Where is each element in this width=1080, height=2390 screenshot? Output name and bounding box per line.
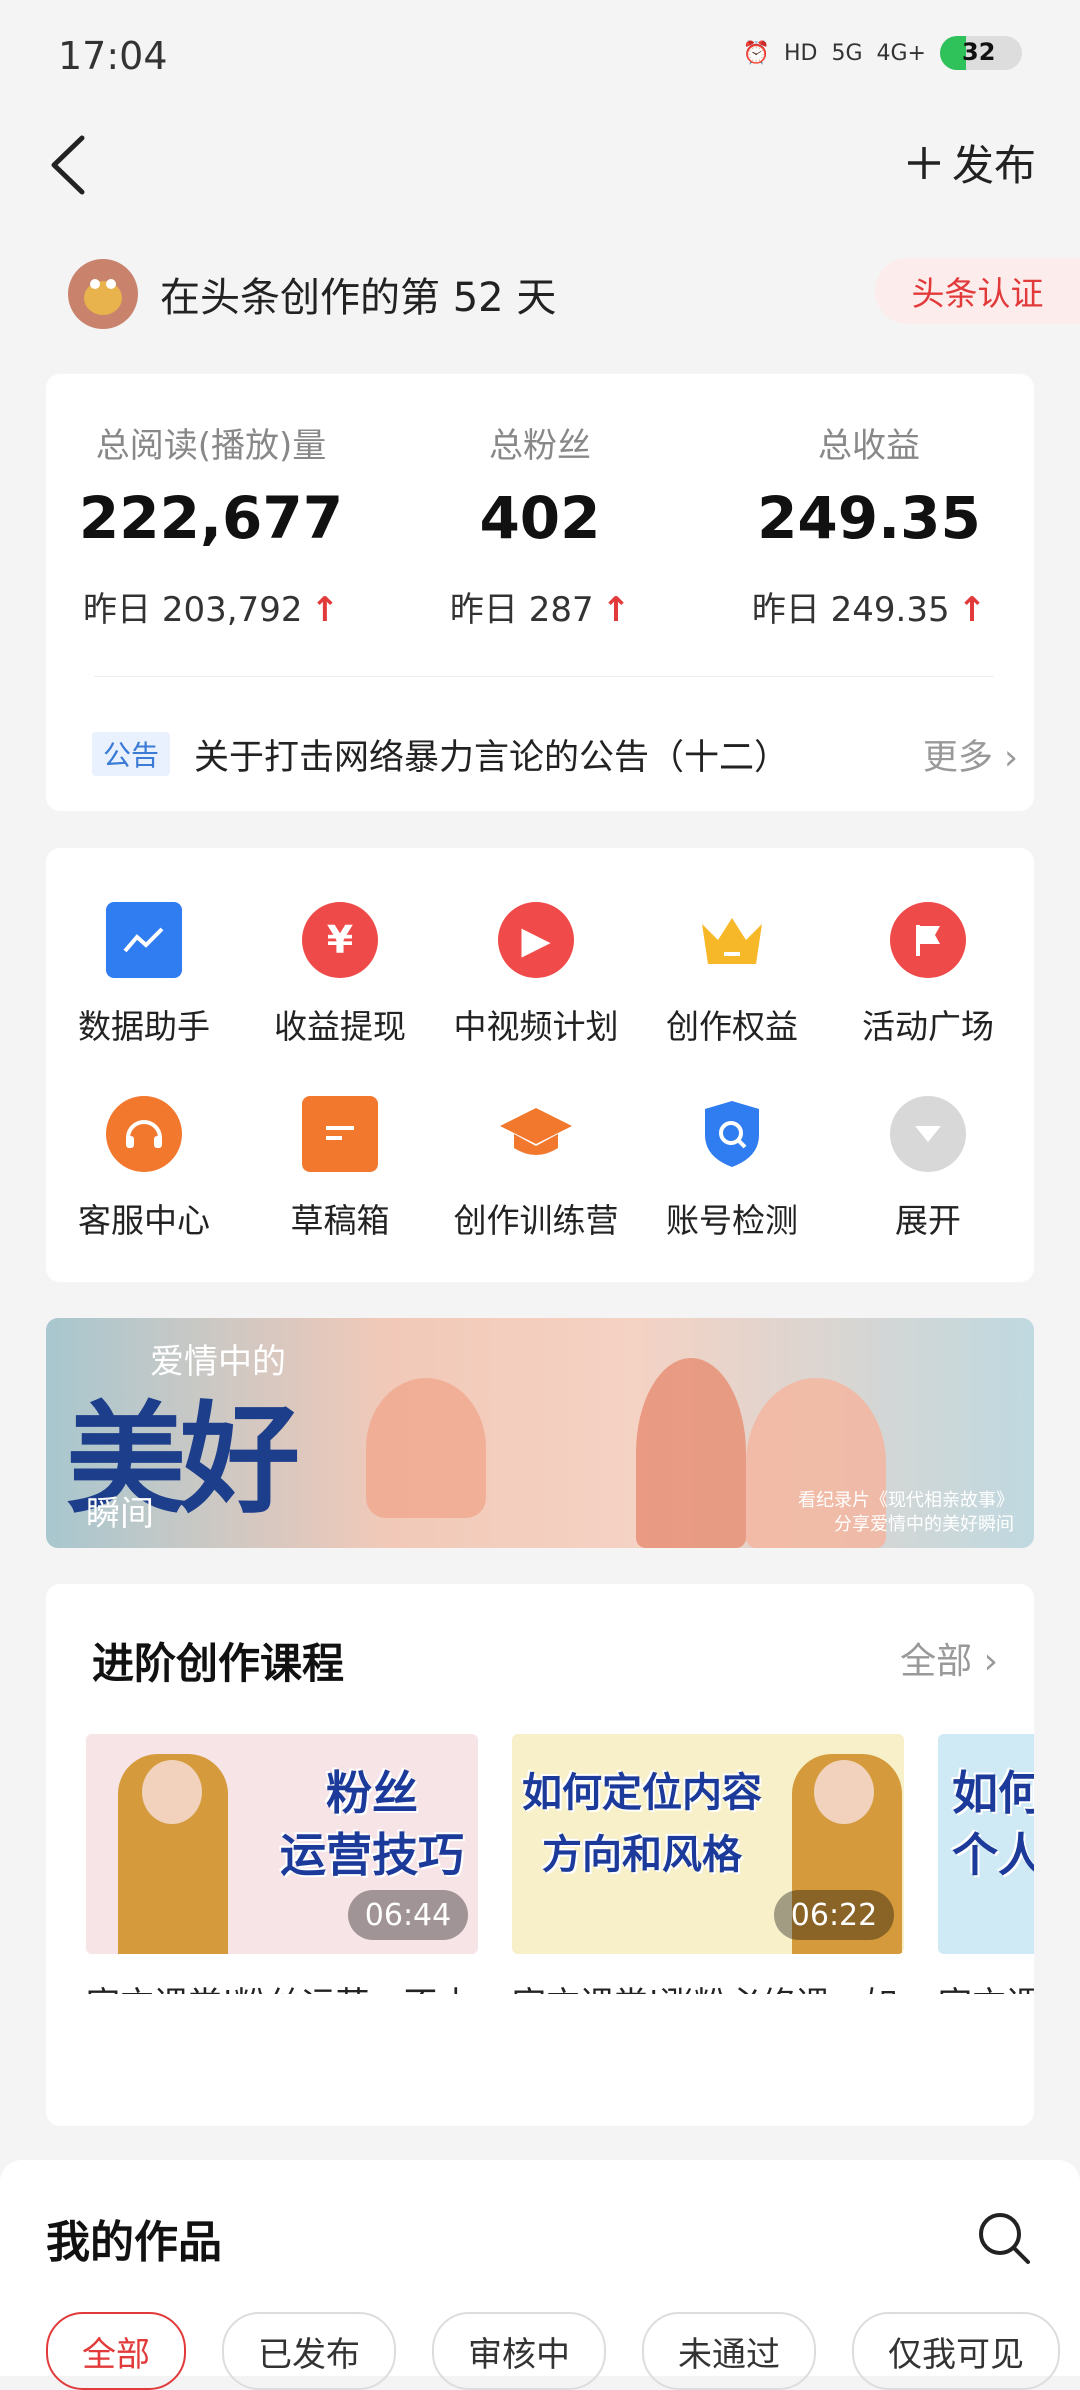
search-icon (979, 2213, 1030, 2264)
expand-down-icon (890, 1096, 966, 1172)
stat-value: 222,677 (78, 484, 344, 552)
divider (94, 676, 994, 677)
video-duration: 06:22 (774, 1890, 894, 1940)
headset-icon (106, 1096, 182, 1172)
avatar[interactable] (68, 259, 138, 329)
tab-private[interactable]: 仅我可见 (852, 2312, 1060, 2390)
courses-carousel[interactable]: 粉丝运营技巧 06:44 官方课堂|粉丝运营，不止回个评论这么简单 如何定位内容… (86, 1734, 1034, 1994)
plus-icon (907, 146, 940, 179)
course-title[interactable]: 官方课堂|粉丝运营，不止回个评论这么简单 (86, 1982, 478, 1994)
status-time: 17:04 (58, 34, 168, 78)
status-bar: 17:04 ⏰ HD 5G 4G+ 32 (0, 0, 1080, 115)
stat-value: 249.35 (757, 484, 981, 552)
my-works-section: 我的作品 全部 已发布 审核中 未通过 仅我可见 (0, 2160, 1080, 2390)
chevron-right-icon: › (983, 1641, 998, 1682)
course-thumbnail[interactable]: 如何定位内容 方向和风格 06:22 (512, 1734, 904, 1954)
tab-all[interactable]: 全部 (46, 2312, 186, 2390)
tool-label: 创作训练营 (453, 1201, 619, 1240)
courses-heading: 进阶创作课程 (92, 1639, 345, 1688)
tool-label: 草稿箱 (290, 1201, 390, 1240)
tool-label: 中视频计划 (453, 1007, 619, 1046)
publish-button[interactable]: 发布 (904, 132, 1036, 193)
tool-label: 账号检测 (666, 1201, 798, 1240)
battery-icon: 32 (940, 36, 1022, 70)
stat-yesterday: 昨日 249.35 ↑ (751, 590, 987, 630)
graduation-cap-icon (498, 1096, 574, 1172)
stat-label: 总阅读(播放)量 (95, 426, 327, 466)
stat-value: 402 (479, 484, 601, 552)
tool-customer-service[interactable]: 客服中心 (46, 1096, 242, 1242)
crown-icon (694, 902, 770, 978)
banner-title-sub: 瞬间 (86, 1494, 154, 1534)
tab-rejected[interactable]: 未通过 (642, 2312, 816, 2390)
tab-reviewing[interactable]: 审核中 (432, 2312, 606, 2390)
works-filter-tabs: 全部 已发布 审核中 未通过 仅我可见 (46, 2312, 1060, 2390)
tool-income-withdraw[interactable]: ¥ 收益提现 (242, 902, 438, 1048)
verification-badge[interactable]: 头条认证 (875, 258, 1080, 324)
course-title[interactable]: 官方课堂|涨粉必修课：如何定位，内容方向和风格 (512, 1982, 904, 1994)
tool-account-check[interactable]: 账号检测 (634, 1096, 830, 1242)
up-arrow-icon: ↑ (310, 590, 339, 630)
notice-tag: 公告 (92, 732, 170, 776)
tool-label: 收益提现 (274, 1007, 406, 1046)
courses-all-link[interactable]: 全部 › (900, 1632, 998, 1684)
tool-label: 活动广场 (862, 1007, 994, 1046)
tool-activity-plaza[interactable]: 活动广场 (830, 902, 1026, 1048)
tool-creator-benefits[interactable]: 创作权益 (634, 902, 830, 1048)
tool-label: 客服中心 (78, 1201, 210, 1240)
hd-signal-label: HD (783, 40, 818, 66)
tool-mid-video-plan[interactable]: ▶ 中视频计划 (438, 902, 634, 1048)
tool-data-assistant[interactable]: 数据助手 (46, 902, 242, 1048)
flag-icon (890, 902, 966, 978)
creation-days-text: 在头条创作的第 52 天 (160, 275, 557, 321)
tool-training-camp[interactable]: 创作训练营 (438, 1096, 634, 1242)
course-thumbnail[interactable]: 粉丝 运营技巧 06:44 (86, 1734, 478, 1954)
notice-row[interactable]: 公告 关于打击网络暴力言论的公告（十二） 更多 › (92, 726, 1018, 782)
creator-info: 在头条创作的第 52 天 (68, 258, 556, 330)
stats-card: 总阅读(播放)量 222,677 昨日 203,792 ↑ 总粉丝 402 昨日 … (46, 374, 1034, 811)
tool-drafts[interactable]: 草稿箱 (242, 1096, 438, 1242)
course-thumbnail[interactable]: 如何 个人 (938, 1734, 1034, 1954)
tool-label: 数据助手 (78, 1007, 210, 1046)
search-button[interactable] (976, 2210, 1032, 2266)
banner-caption: 看纪录片《现代相亲故事》 (798, 1490, 1014, 1511)
draft-icon (302, 1096, 378, 1172)
banner-caption: 分享爱情中的美好瞬间 (834, 1514, 1014, 1535)
chart-icon (106, 902, 182, 978)
battery-level: 32 (962, 38, 996, 66)
back-button[interactable] (42, 128, 102, 202)
courses-section: 进阶创作课程 全部 › 粉丝运营技巧 06:44 官方课堂|粉丝运营，不止回个评… (46, 1584, 1034, 2126)
tab-published[interactable]: 已发布 (222, 2312, 396, 2390)
course-title[interactable]: 官方课堂|如何做？打 (938, 1982, 1034, 1994)
status-icons: ⏰ HD 5G 4G+ 32 (743, 36, 1022, 70)
tool-expand[interactable]: 展开 (830, 1096, 1026, 1242)
tools-grid: 数据助手 ¥ 收益提现 ▶ 中视频计划 创作权益 活动广场 客服中心 草稿箱 创… (46, 848, 1034, 1282)
yen-icon: ¥ (302, 902, 378, 978)
shield-search-icon (694, 1096, 770, 1172)
4g-signal-label: 4G+ (876, 40, 926, 66)
back-arrow-icon (51, 135, 85, 195)
5g-signal-label: 5G (831, 40, 863, 66)
stat-label: 总粉丝 (489, 426, 591, 466)
works-heading: 我的作品 (46, 2217, 222, 2268)
publish-label: 发布 (951, 141, 1036, 190)
notice-text[interactable]: 关于打击网络暴力言论的公告（十二） (194, 729, 789, 780)
chevron-right-icon: › (1004, 737, 1018, 778)
tool-label: 展开 (895, 1201, 961, 1240)
alarm-icon: ⏰ (742, 40, 770, 66)
stat-label: 总收益 (818, 426, 920, 466)
up-arrow-icon: ↑ (957, 590, 987, 630)
tool-label: 创作权益 (666, 1007, 798, 1046)
up-arrow-icon: ↑ (601, 590, 631, 630)
video-duration: 06:44 (348, 1890, 468, 1940)
stat-yesterday: 昨日 203,792 ↑ (83, 590, 339, 630)
notice-more-link[interactable]: 更多 › (923, 729, 1018, 780)
promo-banner[interactable]: 爱情中的 美好 瞬间 看纪录片《现代相亲故事》 分享爱情中的美好瞬间 (46, 1318, 1034, 1548)
stat-yesterday: 昨日 287 ↑ (449, 590, 631, 630)
play-icon: ▶ (498, 902, 574, 978)
